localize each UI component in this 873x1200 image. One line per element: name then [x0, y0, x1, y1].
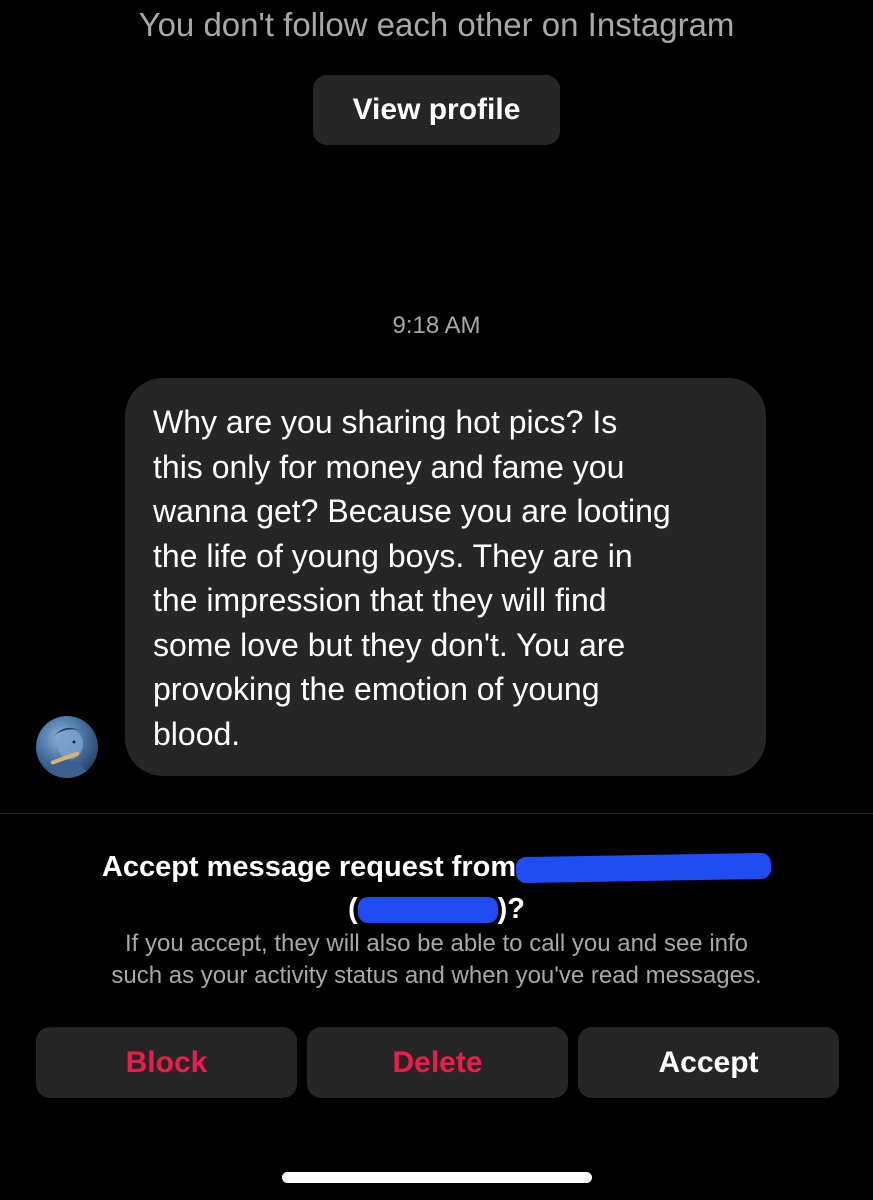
request-info: If you accept, they will also be able to…	[0, 928, 873, 992]
accept-button[interactable]: Accept	[578, 1027, 839, 1098]
home-indicator[interactable]	[282, 1172, 592, 1183]
message-timestamp: 9:18 AM	[392, 312, 481, 339]
view-profile-button[interactable]: View profile	[313, 75, 560, 145]
message-line: the life of young boys. They are in	[153, 537, 633, 574]
request-title: Accept message request from ()?	[0, 846, 873, 930]
message-line: blood.	[153, 715, 241, 752]
request-title-prefix: Accept message request from	[101, 851, 517, 883]
message-bubble[interactable]: Why are you sharing hot pics? Is this on…	[125, 378, 766, 776]
block-button[interactable]: Block	[36, 1027, 297, 1098]
message-line: this only for money and fame you	[153, 448, 625, 485]
request-title-open-paren: (	[347, 893, 358, 925]
delete-button[interactable]: Delete	[307, 1027, 568, 1098]
message-line: provoking the emotion of young	[153, 671, 600, 707]
sender-avatar[interactable]	[36, 716, 98, 778]
message-line: wanna get? Because you are looting	[153, 493, 671, 529]
request-title-suffix: )?	[497, 893, 526, 925]
request-info-line: such as your activity status and when yo…	[111, 962, 762, 989]
follow-status-note: You don't follow each other on Instagram	[138, 6, 735, 43]
request-actions: Block Delete Accept	[36, 1027, 839, 1098]
request-info-line: If you accept, they will also be able to…	[124, 930, 749, 957]
redacted-handle	[357, 897, 498, 924]
section-divider	[0, 813, 873, 814]
message-line: the impression that they will find	[153, 582, 607, 618]
redacted-username	[515, 853, 772, 884]
message-line: some love but they don't. You are	[153, 626, 626, 663]
message-line: Why are you sharing hot pics? Is	[153, 404, 618, 440]
avatar-image	[46, 727, 90, 778]
message-request-screen: You don't follow each other on Instagram…	[0, 0, 873, 1200]
